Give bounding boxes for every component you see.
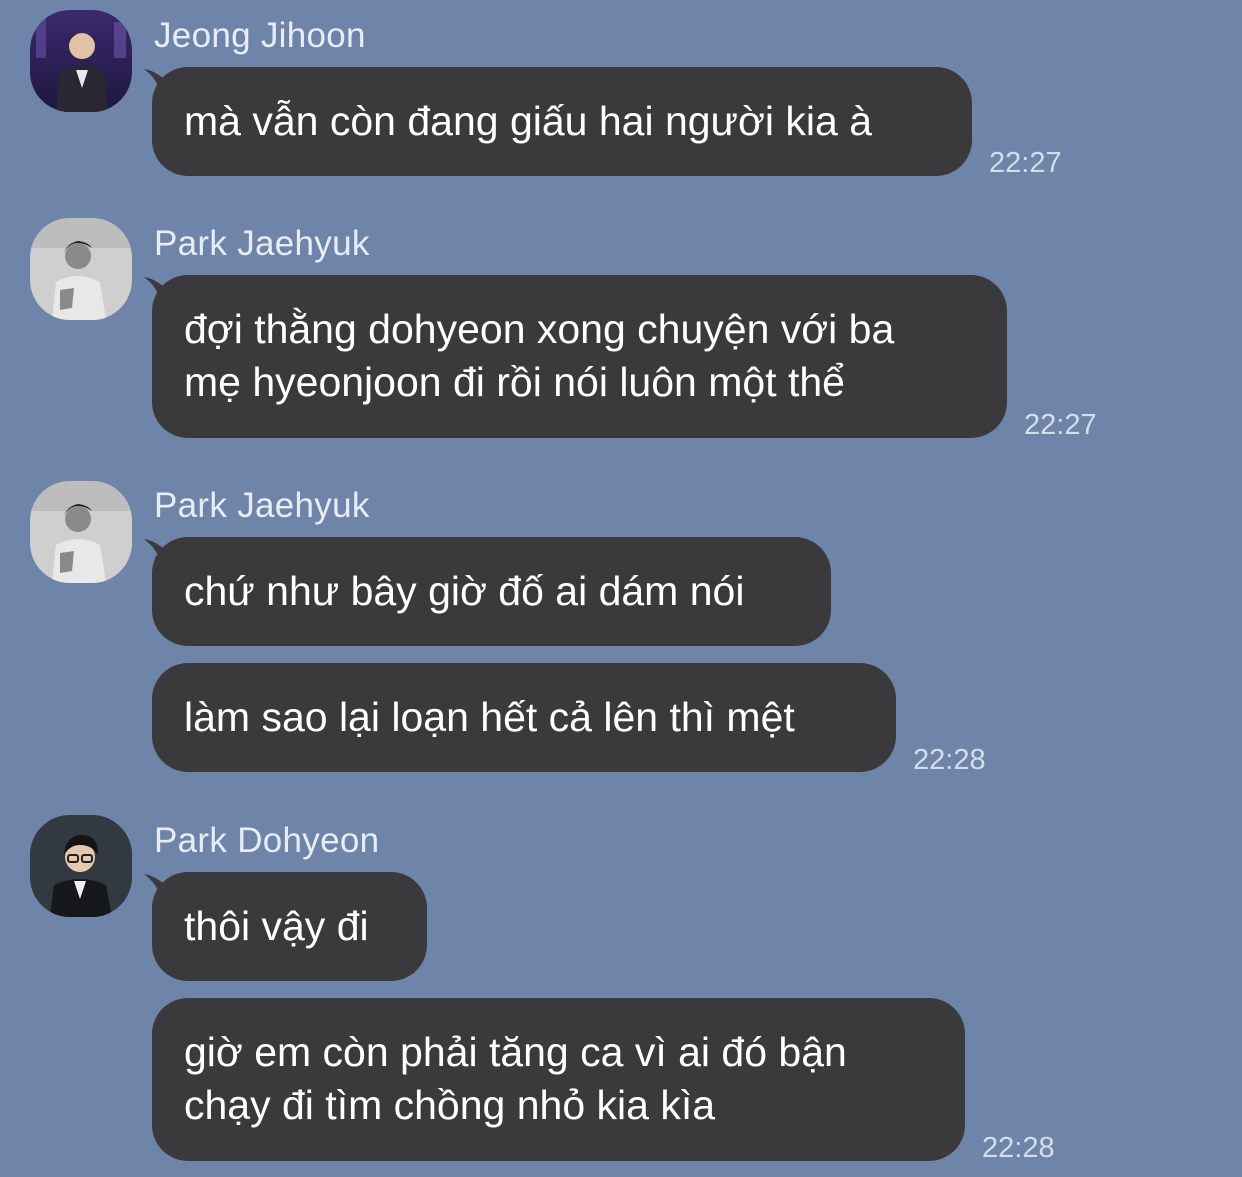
- message-text-line: mẹ hyeonjoon đi rồi nói luôn một thể: [184, 359, 845, 405]
- message-timestamp: 22:27: [1024, 409, 1097, 441]
- message-text: thôi vậy đi: [184, 903, 369, 949]
- sender-name: Park Dohyeon: [154, 821, 380, 860]
- message-text-line: đợi thằng dohyeon xong chuyện với ba: [184, 306, 895, 352]
- message-timestamp: 22:28: [913, 744, 986, 776]
- message-timestamp: 22:27: [989, 147, 1062, 179]
- profile-photo-icon: [30, 481, 132, 583]
- message-text: mà vẫn còn đang giấu hai người kia à: [184, 98, 872, 144]
- message-bubble[interactable]: đợi thằng dohyeon xong chuyện với ba mẹ …: [152, 275, 1007, 438]
- message-bubble[interactable]: mà vẫn còn đang giấu hai người kia à: [152, 67, 972, 176]
- message-text-line: chạy đi tìm chồng nhỏ kia kìa: [184, 1082, 716, 1128]
- profile-photo-icon: [30, 815, 132, 917]
- message-bubble[interactable]: thôi vậy đi: [152, 872, 427, 981]
- profile-photo-icon: [30, 218, 132, 320]
- message-text: chứ như bây giờ đố ai dám nói: [184, 568, 745, 614]
- avatar-park-jaehyuk[interactable]: [30, 218, 132, 320]
- sender-name: Park Jaehyuk: [154, 224, 370, 263]
- profile-photo-icon: [30, 10, 132, 112]
- message-text-line: giờ em còn phải tăng ca vì ai đó bận: [184, 1029, 847, 1075]
- avatar-park-dohyeon[interactable]: [30, 815, 132, 917]
- message-bubble[interactable]: giờ em còn phải tăng ca vì ai đó bận chạ…: [152, 998, 965, 1161]
- message-bubble[interactable]: chứ như bây giờ đố ai dám nói: [152, 537, 831, 646]
- message-bubble[interactable]: làm sao lại loạn hết cả lên thì mệt: [152, 663, 896, 772]
- message-timestamp: 22:28: [982, 1132, 1055, 1164]
- sender-name: Park Jaehyuk: [154, 486, 370, 525]
- sender-name: Jeong Jihoon: [154, 16, 366, 55]
- message-text: làm sao lại loạn hết cả lên thì mệt: [184, 694, 795, 740]
- avatar-park-jaehyuk[interactable]: [30, 481, 132, 583]
- avatar-jeong-jihoon[interactable]: [30, 10, 132, 112]
